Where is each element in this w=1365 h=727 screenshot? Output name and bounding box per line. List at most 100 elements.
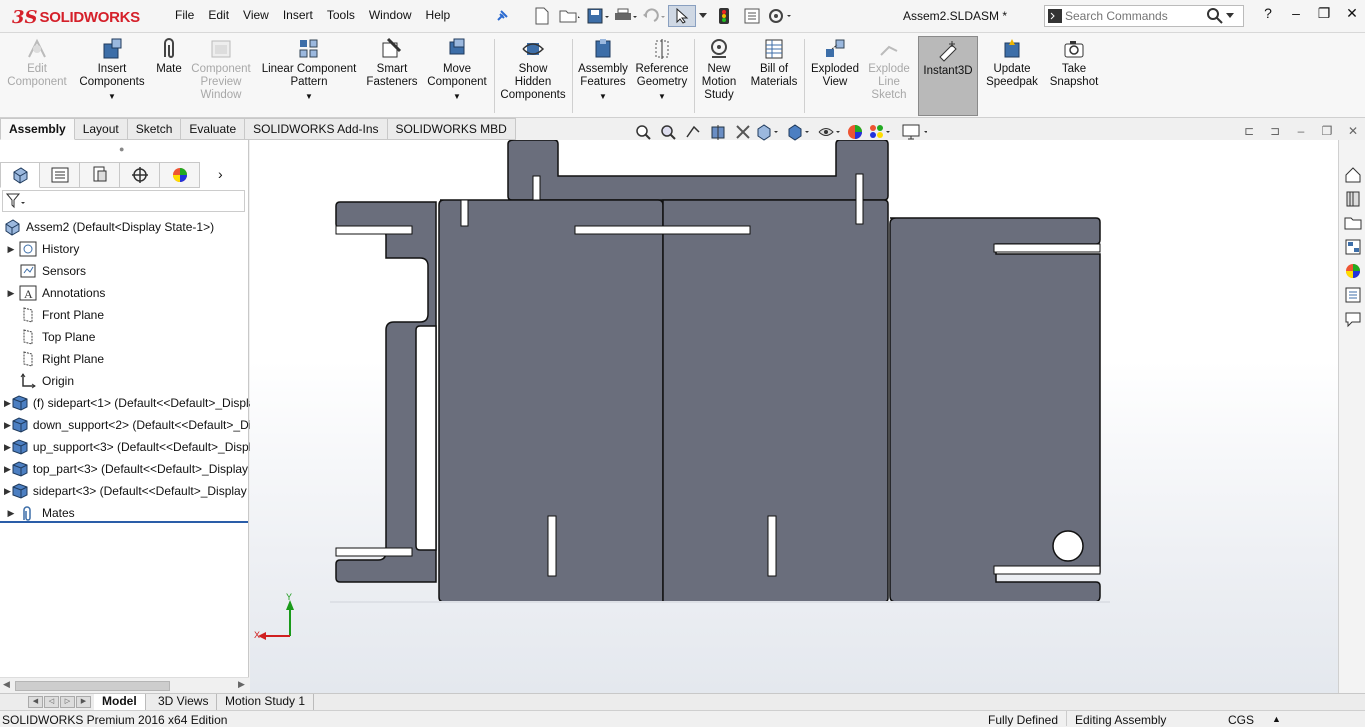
pin-menu[interactable] xyxy=(488,5,516,27)
tree-filter[interactable] xyxy=(2,190,245,212)
previous-view-button[interactable] xyxy=(680,122,705,142)
tab-motion-study-1[interactable]: Motion Study 1 xyxy=(217,694,315,710)
tree-item-top-part[interactable]: ▶ top_part<3> (Default<<Default>_Display… xyxy=(0,458,258,480)
chevron-right-icon[interactable]: › xyxy=(218,166,223,188)
previous-tab-icon[interactable]: ◁ xyxy=(44,696,59,708)
close-icon[interactable]: ✕ xyxy=(1340,124,1365,138)
mate-button[interactable]: Mate xyxy=(150,37,188,76)
expand-arrow-icon[interactable]: ▶ xyxy=(4,508,18,519)
minimize-icon[interactable]: – xyxy=(1288,124,1314,138)
tab-display-manager[interactable] xyxy=(160,162,200,188)
edit-appearance-button[interactable] xyxy=(842,122,867,142)
appearances-tab[interactable] xyxy=(1342,260,1363,281)
tree-item-top-plane[interactable]: Top Plane xyxy=(0,326,258,348)
search-icon[interactable] xyxy=(1205,6,1225,26)
show-hidden-components-button[interactable]: Show Hidden Components xyxy=(498,37,568,102)
open-button[interactable] xyxy=(556,5,584,27)
menu-window[interactable]: Window xyxy=(369,8,412,22)
apply-scene-button[interactable] xyxy=(867,122,892,142)
expand-arrow-icon[interactable]: ▶ xyxy=(4,288,18,299)
tab-feature-tree[interactable] xyxy=(0,162,40,188)
menu-help[interactable]: Help xyxy=(426,8,451,22)
scrollbar-thumb[interactable] xyxy=(15,681,170,691)
scroll-left-icon[interactable]: ◀ xyxy=(3,679,10,690)
save-button[interactable] xyxy=(584,5,612,27)
unit-system[interactable]: CGS xyxy=(1228,713,1254,727)
undo-button[interactable] xyxy=(640,5,668,27)
solidworks-forum-tab[interactable] xyxy=(1342,308,1363,329)
help-icon[interactable]: ? xyxy=(1254,5,1282,22)
tree-item-sidepart-3[interactable]: ▶ sidepart<3> (Default<<Default>_Display… xyxy=(0,480,258,502)
linear-component-pattern-button[interactable]: Linear Component Pattern ▼ xyxy=(258,37,360,103)
display-style-button[interactable] xyxy=(786,122,811,142)
zoom-to-area-button[interactable] xyxy=(655,122,680,142)
component-preview-button[interactable]: Component Preview Window xyxy=(188,37,254,102)
view-orientation-button[interactable] xyxy=(755,122,780,142)
unit-dropdown-icon[interactable]: ▲ xyxy=(1272,714,1281,724)
tab-solidworks-addins[interactable]: SOLIDWORKS Add-Ins xyxy=(245,118,388,140)
menu-tools[interactable]: Tools xyxy=(327,8,355,22)
menu-insert[interactable]: Insert xyxy=(283,8,313,22)
bill-of-materials-button[interactable]: Bill of Materials xyxy=(748,37,800,89)
minimize-icon[interactable]: – xyxy=(1282,5,1310,22)
file-explorer-tab[interactable] xyxy=(1342,212,1363,233)
expand-arrow-icon[interactable]: ▶ xyxy=(4,244,18,255)
edit-component-button[interactable]: Edit Component xyxy=(6,37,68,89)
expand-arrow-icon[interactable]: ▶ xyxy=(4,464,11,475)
print-button[interactable] xyxy=(612,5,640,27)
tree-horizontal-scrollbar[interactable]: ◀ ▶ xyxy=(0,677,249,693)
section-view-button[interactable] xyxy=(705,122,730,142)
tree-item-annotations[interactable]: ▶ A Annotations xyxy=(0,282,258,304)
reference-geometry-button[interactable]: Reference Geometry ▼ xyxy=(634,37,690,103)
solidworks-logo[interactable]: 3S SOLIDWORKS xyxy=(12,7,140,28)
new-motion-study-button[interactable]: New Motion Study xyxy=(696,37,742,102)
rebuild-button[interactable] xyxy=(710,5,738,27)
tab-layout[interactable]: Layout xyxy=(74,118,128,140)
expand-arrow-icon[interactable]: ▶ xyxy=(4,486,11,497)
menu-edit[interactable]: Edit xyxy=(208,8,229,22)
tab-solidworks-mbd[interactable]: SOLIDWORKS MBD xyxy=(387,118,516,140)
scroll-right-icon[interactable]: ▶ xyxy=(238,679,245,690)
first-tab-icon[interactable]: ◀ xyxy=(28,696,43,708)
take-snapshot-button[interactable]: Take Snapshot xyxy=(1046,37,1102,89)
select-button[interactable] xyxy=(668,5,696,27)
exploded-view-button[interactable]: Exploded View xyxy=(806,37,864,89)
assembly-features-button[interactable]: Assembly Features ▼ xyxy=(574,37,632,103)
tree-item-up-support[interactable]: ▶ up_support<3> (Default<<Default>_Displ… xyxy=(0,436,258,458)
tree-item-history[interactable]: ▶ History xyxy=(0,238,258,260)
tree-item-sensors[interactable]: Sensors xyxy=(0,260,258,282)
explode-line-sketch-button[interactable]: Explode Line Sketch xyxy=(864,37,914,102)
tree-item-origin[interactable]: Origin xyxy=(0,370,258,392)
view-palette-tab[interactable] xyxy=(1342,236,1363,257)
move-component-button[interactable]: Move Component ▼ xyxy=(424,37,490,103)
tab-evaluate[interactable]: Evaluate xyxy=(181,118,246,140)
new-document-button[interactable] xyxy=(528,5,556,27)
assembly-model[interactable] xyxy=(250,140,1338,693)
tab-assembly[interactable]: Assembly xyxy=(0,118,75,140)
smart-fasteners-button[interactable]: Smart Fasteners xyxy=(364,37,420,89)
tab-3d-views[interactable]: 3D Views xyxy=(150,694,218,710)
restore-icon[interactable]: ❐ xyxy=(1310,5,1338,22)
tab-dimxpert-manager[interactable] xyxy=(120,162,160,188)
view-settings-button[interactable] xyxy=(902,122,927,142)
tree-root[interactable]: Assem2 (Default<Display State-1>) xyxy=(0,216,258,238)
instant3d-button[interactable]: Instant3D xyxy=(918,36,978,116)
tab-property-manager[interactable] xyxy=(40,162,80,188)
tree-item-sidepart-1[interactable]: ▶ (f) sidepart<1> (Default<<Default>_Dis… xyxy=(0,392,258,414)
tree-item-down-support[interactable]: ▶ down_support<2> (Default<<Default>_Dis… xyxy=(0,414,258,436)
menu-view[interactable]: View xyxy=(243,8,269,22)
zoom-to-fit-button[interactable] xyxy=(630,122,655,142)
tree-item-right-plane[interactable]: Right Plane xyxy=(0,348,258,370)
tree-item-front-plane[interactable]: Front Plane xyxy=(0,304,258,326)
design-library-tab[interactable] xyxy=(1342,188,1363,209)
expand-arrow-icon[interactable]: ▶ xyxy=(4,420,11,431)
tile-left-icon[interactable]: ⊏ xyxy=(1236,124,1262,138)
solidworks-resources-tab[interactable] xyxy=(1342,164,1363,185)
tab-configuration-manager[interactable] xyxy=(80,162,120,188)
expand-arrow-icon[interactable]: ▶ xyxy=(4,398,11,409)
hide-show-items-button[interactable] xyxy=(817,122,842,142)
search-input[interactable] xyxy=(1065,9,1205,23)
dynamic-annotation-button[interactable] xyxy=(730,122,755,142)
restore-icon[interactable]: ❐ xyxy=(1314,124,1340,138)
tab-model[interactable]: Model xyxy=(94,694,146,710)
